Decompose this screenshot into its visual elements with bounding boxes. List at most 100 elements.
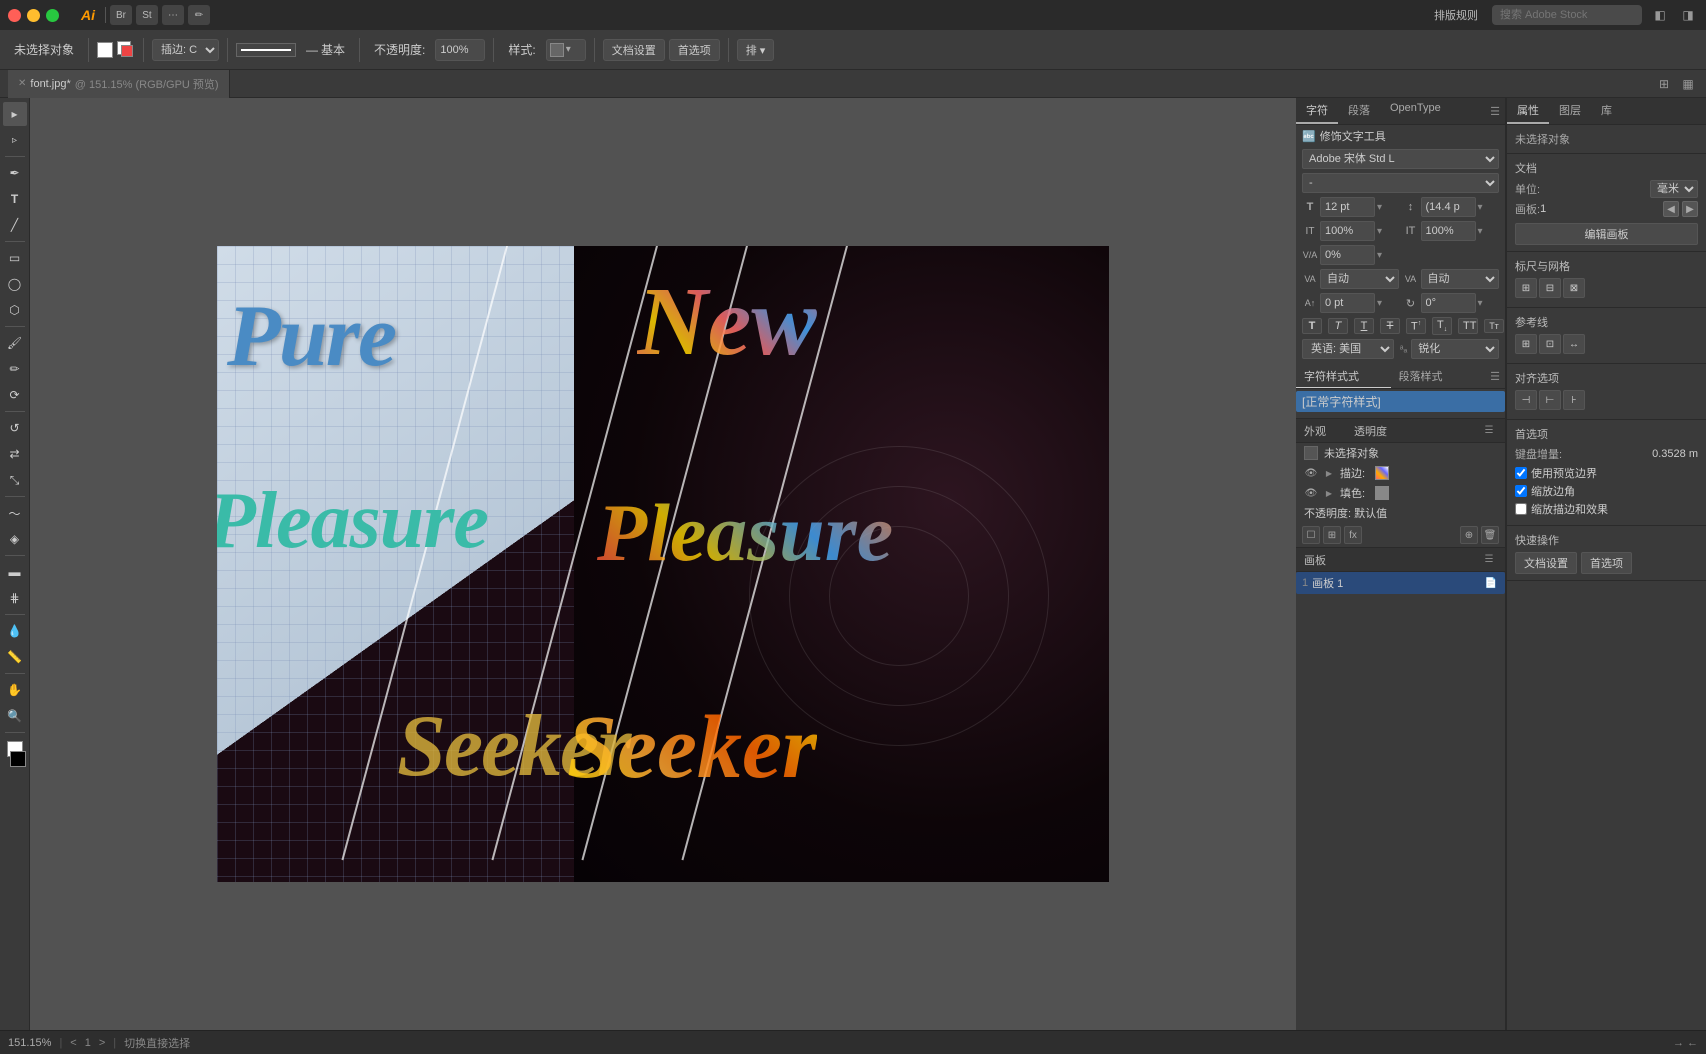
rotate-tool[interactable]: ↺ [3, 416, 27, 440]
arrange-icon[interactable]: ⊞ [1654, 74, 1674, 94]
appear-fill-row[interactable]: 👁 ▶ 填色: [1296, 483, 1505, 503]
appear-layer-btn[interactable]: ⊞ [1323, 526, 1341, 544]
fill-vis-icon[interactable]: 👁 [1304, 486, 1318, 500]
superscript-btn[interactable]: T↑ [1406, 318, 1426, 335]
arrange-menu[interactable]: 排版规则 [1428, 7, 1484, 23]
appear-copy-btn[interactable]: ⊕ [1460, 526, 1478, 544]
tab-layers[interactable]: 图层 [1549, 98, 1591, 124]
font-name-select[interactable]: Adobe 宋体 Std L [1302, 149, 1499, 169]
style-selector[interactable]: ▾ [546, 39, 586, 61]
fill-expand-icon[interactable]: ▶ [1324, 488, 1334, 498]
stroke-preview[interactable] [236, 43, 296, 57]
polygon-tool[interactable]: ⬡ [3, 298, 27, 322]
select-tool[interactable]: ▸ [3, 102, 27, 126]
panel-toggle-right[interactable]: ◨ [1678, 5, 1698, 25]
st-icon[interactable]: St [136, 5, 158, 25]
adobe-stock-search[interactable] [1492, 5, 1642, 25]
smallcaps-btn[interactable]: Tᴛ [1484, 319, 1504, 333]
language-select[interactable]: 英语: 美国 [1302, 339, 1394, 359]
path-tool[interactable]: ╱ [3, 213, 27, 237]
direct-select-tool[interactable]: ▹ [3, 128, 27, 152]
panel-toggle-left[interactable]: ◧ [1650, 5, 1670, 25]
ruler-btn-1[interactable]: ⊞ [1515, 278, 1537, 298]
fill-color-box[interactable] [97, 42, 113, 58]
hand-tool[interactable]: ✋ [3, 678, 27, 702]
char-style-value[interactable]: [正常字符样式] [1296, 391, 1505, 412]
leading-input[interactable] [1421, 197, 1476, 217]
arrange-button[interactable]: 排 ▾ [737, 39, 775, 61]
sharpen-select[interactable]: 锐化 [1411, 339, 1499, 359]
artboard-row-1[interactable]: 1 画板 1 📄 [1296, 572, 1505, 594]
preferences-button[interactable]: 首选项 [669, 39, 720, 61]
stroke-indicator[interactable] [10, 751, 26, 767]
reflect-tool[interactable]: ⇄ [3, 442, 27, 466]
zoom-tool[interactable]: 🔍 [3, 704, 27, 728]
scale-strokes-checkbox[interactable] [1515, 503, 1527, 515]
scale-h-input[interactable] [1320, 221, 1375, 241]
maximize-button[interactable] [46, 9, 59, 22]
type-tool[interactable]: T [3, 187, 27, 211]
tab-library[interactable]: 库 [1591, 98, 1622, 124]
scale-tool[interactable]: ⤡ [3, 468, 27, 492]
stroke-color-swatch[interactable] [1375, 466, 1389, 480]
pencil-tool[interactable]: ✏ [3, 357, 27, 381]
guides-btn-2[interactable]: ⊡ [1539, 334, 1561, 354]
nav-next-btn[interactable]: > [99, 1037, 105, 1049]
ellipse-tool[interactable]: ◯ [3, 272, 27, 296]
appear-add-btn[interactable]: ☐ [1302, 526, 1320, 544]
scale-v-input[interactable] [1421, 221, 1476, 241]
tab-close-button[interactable]: ✕ [18, 78, 26, 89]
kerning-select[interactable]: 自动 [1320, 269, 1399, 289]
appear-delete-btn[interactable]: 🗑 [1481, 526, 1499, 544]
canvas-prev-btn[interactable]: ◀ [1663, 201, 1679, 217]
font-name-row[interactable]: Adobe 宋体 Std L [1296, 147, 1505, 171]
close-button[interactable] [8, 9, 21, 22]
underline-btn[interactable]: T [1354, 318, 1374, 334]
pen-icon[interactable]: ✏ [188, 5, 210, 25]
artboard-collapse[interactable]: ☰ [1481, 552, 1497, 568]
subscript-btn[interactable]: T↓ [1432, 317, 1452, 335]
stroke-vis-icon[interactable]: 👁 [1304, 466, 1318, 480]
nav-prev-btn[interactable]: < [70, 1037, 76, 1049]
view-options-icon[interactable]: ▦ [1678, 74, 1698, 94]
rectangle-tool[interactable]: ▭ [3, 246, 27, 270]
fill-color-swatch[interactable] [1375, 486, 1389, 500]
guides-btn-3[interactable]: ↔ [1563, 334, 1585, 354]
tab-para[interactable]: 段落 [1338, 98, 1380, 124]
appearance-collapse[interactable]: ☰ [1481, 423, 1497, 439]
mesh-tool[interactable]: ⋕ [3, 586, 27, 610]
br-icon[interactable]: Br [110, 5, 132, 25]
edit-canvas-btn[interactable]: 编辑画板 [1515, 223, 1698, 245]
stroke-color-indicator[interactable] [117, 41, 135, 59]
artboard-edit-icon[interactable]: 📄 [1483, 575, 1499, 591]
tracking-input[interactable] [1320, 245, 1375, 265]
baseline-input[interactable] [1320, 293, 1375, 313]
tab-opentype[interactable]: OpenType [1380, 98, 1451, 124]
ruler-btn-3[interactable]: ⊠ [1563, 278, 1585, 298]
eyedropper-tool[interactable]: 💧 [3, 619, 27, 643]
preview-bounds-checkbox[interactable] [1515, 467, 1527, 479]
strikethrough-btn[interactable]: T [1380, 318, 1400, 334]
guides-btn-1[interactable]: ⊞ [1515, 334, 1537, 354]
italic-btn[interactable]: T [1328, 318, 1348, 334]
bold-btn[interactable]: T [1302, 318, 1322, 334]
font-variant-select[interactable]: - [1302, 173, 1499, 193]
doc-settings-button[interactable]: 文档设置 [603, 39, 665, 61]
canvas-next-btn[interactable]: ▶ [1682, 201, 1698, 217]
prop-unit-select[interactable]: 毫米 [1650, 180, 1698, 198]
column-graph-tool[interactable]: ▬ [3, 560, 27, 584]
document-tab[interactable]: ✕ font.jpg* @ 151.15% (RGB/GPU 预览) [8, 70, 230, 98]
more-apps-icon[interactable]: ⋯ [162, 5, 184, 25]
tab-char[interactable]: 字符 [1296, 98, 1338, 124]
style-menu-btn[interactable]: ☰ [1485, 365, 1505, 388]
quick-prefs-btn[interactable]: 首选项 [1581, 552, 1632, 574]
auto-select[interactable]: 自动 [1421, 269, 1500, 289]
quick-doc-settings-btn[interactable]: 文档设置 [1515, 552, 1577, 574]
opacity-input[interactable] [435, 39, 485, 61]
char-style-tab[interactable]: 字符样式式 [1296, 365, 1391, 388]
ruler-btn-2[interactable]: ⊟ [1539, 278, 1561, 298]
shaper-tool[interactable]: ⟳ [3, 383, 27, 407]
font-size-input[interactable] [1320, 197, 1375, 217]
appear-fx-btn[interactable]: fx [1344, 526, 1362, 544]
panel-menu-btn[interactable]: ☰ [1485, 98, 1505, 124]
